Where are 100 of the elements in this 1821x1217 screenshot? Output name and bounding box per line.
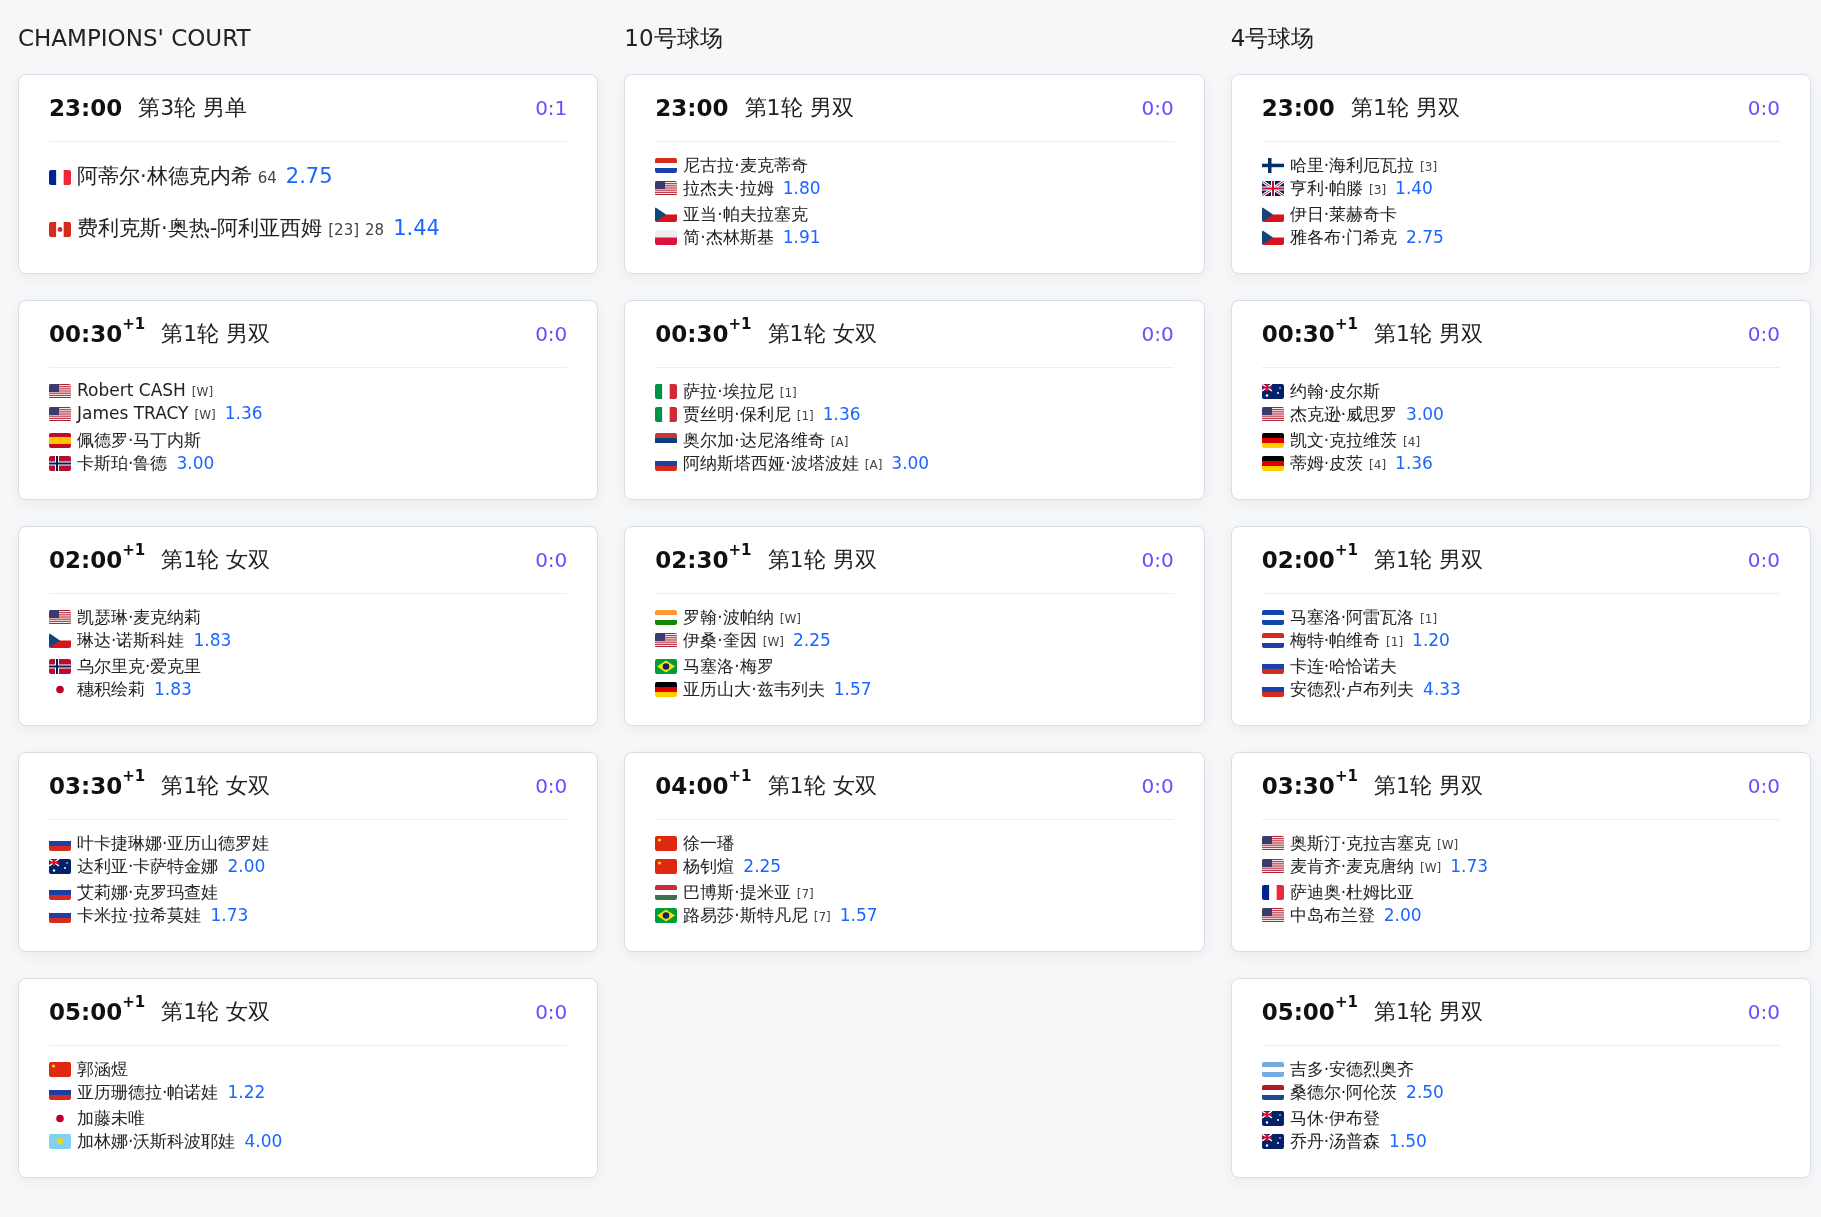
flag-icon — [655, 908, 678, 923]
court-title: 4号球场 — [1230, 24, 1316, 53]
flag-icon — [1261, 230, 1284, 245]
odds-value[interactable]: 1.36 — [224, 403, 263, 423]
player-name: 尼古拉·麦克蒂奇 — [683, 154, 808, 177]
player-name: 巴博斯·提米亚 — [683, 881, 791, 904]
match-round: 第3轮 男单 — [138, 94, 248, 122]
odds-value[interactable]: 1.20 — [1412, 630, 1450, 650]
match-round: 第1轮 男双 — [1373, 998, 1483, 1026]
match-round: 第1轮 女双 — [161, 998, 271, 1026]
odds-value[interactable]: 2.75 — [285, 164, 333, 188]
player-name: 阿纳斯塔西娅·波塔波娃 — [683, 452, 859, 475]
flag-icon — [655, 610, 678, 625]
odds-value[interactable]: 1.57 — [839, 905, 878, 925]
odds-value[interactable]: 1.83 — [154, 679, 192, 699]
player-name: 乔丹·汤普森 — [1289, 1130, 1381, 1153]
player-name: 乌尔里克·爱克里 — [77, 655, 202, 678]
player-name: 拉杰夫·拉姆 — [683, 177, 774, 200]
match-score: 0:0 — [1141, 548, 1174, 572]
player-name: 叶卡捷琳娜·亚历山德罗娃 — [77, 832, 270, 855]
player-name: 萨迪奥·杜姆比亚 — [1289, 881, 1415, 904]
player-name: 马休·伊布登 — [1289, 1107, 1381, 1130]
player-name: 哈里·海利厄瓦拉 — [1289, 154, 1415, 177]
match-card[interactable]: 23:00 第3轮 男单 0:1 阿蒂尔·林德克内希 64 2.75 费利克斯·奥热-阿利亚西姆 [23] 28 1.44 — [18, 74, 599, 274]
match-score: 0:0 — [535, 774, 568, 798]
match-score: 0:0 — [535, 1000, 568, 1024]
odds-value[interactable]: 1.73 — [210, 905, 249, 925]
flag-icon — [49, 610, 71, 625]
flag-icon — [655, 207, 678, 222]
player-seed: [3] — [1369, 183, 1387, 197]
flag-icon — [49, 1062, 71, 1077]
player-seed: [3] — [1420, 160, 1438, 174]
player-name: 路易莎·斯特凡尼 — [683, 904, 808, 927]
flag-icon — [655, 384, 678, 399]
player-name: 杰克逊·威思罗 — [1289, 403, 1398, 426]
player-name: 约翰·皮尔斯 — [1289, 380, 1381, 403]
odds-value[interactable]: 1.91 — [782, 227, 821, 247]
odds-value[interactable]: 1.40 — [1395, 178, 1433, 198]
match-time: 23:00 — [1261, 95, 1335, 121]
odds-value[interactable]: 3.00 — [891, 453, 930, 473]
flag-icon — [655, 407, 678, 422]
player-name: 萨拉·埃拉尼 — [683, 380, 774, 403]
odds-value[interactable]: 2.50 — [1406, 1082, 1444, 1102]
match-round: 第1轮 女双 — [767, 320, 877, 348]
match-round: 第1轮 女双 — [767, 772, 877, 800]
player-name: 亚当·帕夫拉塞克 — [683, 203, 808, 226]
odds-value[interactable]: 4.00 — [244, 1131, 283, 1151]
odds-value[interactable]: 1.22 — [227, 1082, 266, 1102]
odds-value[interactable]: 1.73 — [1450, 856, 1489, 876]
match-card[interactable]: 23:00 第1轮 男双 0:0 哈里·海利厄瓦拉 [3] 亨利·帕滕 [3] 1.40 伊日·莱赫奇卡 雅各布·门希克 2.75 — [1230, 74, 1811, 274]
player-name: 桑德尔·阿伦茨 — [1289, 1081, 1398, 1104]
player-name: 贾丝明·保利尼 — [683, 403, 791, 426]
player-name: 蒂姆·皮茨 — [1289, 452, 1364, 475]
match-time: 23:00 — [655, 95, 729, 121]
player-seed: [W] — [779, 612, 801, 626]
odds-value[interactable]: 2.75 — [1406, 227, 1444, 247]
odds-value[interactable]: 1.36 — [1395, 453, 1433, 473]
match-card[interactable]: 23:00 第1轮 男双 0:0 尼古拉·麦克蒂奇 拉杰夫·拉姆 1.80 亚当·帕夫拉塞克 简·杰林斯基 1.91 — [624, 74, 1205, 274]
player-name: 伊日·莱赫奇卡 — [1289, 203, 1398, 226]
player-name: 亚历珊德拉·帕诺娃 — [77, 1081, 219, 1104]
flag-icon — [49, 433, 71, 448]
match-score: 0:0 — [535, 548, 568, 572]
flag-icon — [1261, 1085, 1284, 1100]
odds-value[interactable]: 2.25 — [743, 856, 782, 876]
odds-value[interactable]: 1.36 — [822, 404, 861, 424]
player-seed: [A] — [830, 435, 849, 449]
player-name: 梅特·帕维奇 — [1289, 629, 1381, 652]
player-name: 徐一璠 — [683, 832, 735, 855]
odds-value[interactable]: 4.33 — [1423, 679, 1461, 699]
player-seed: [1] — [796, 409, 814, 423]
match-score: 0:0 — [1747, 774, 1780, 798]
player-name: James TRACY — [77, 403, 189, 423]
player-seed: [W] — [191, 385, 214, 399]
odds-value[interactable]: 1.44 — [393, 216, 440, 240]
flag-icon — [655, 230, 678, 245]
player-seed: [1] — [779, 386, 797, 400]
match-time: 23:00 — [49, 95, 123, 121]
odds-value[interactable]: 1.80 — [782, 178, 821, 198]
odds-value[interactable]: 2.00 — [1383, 905, 1422, 925]
odds-value[interactable]: 2.00 — [227, 856, 266, 876]
match-round: 第1轮 女双 — [161, 772, 271, 800]
flag-icon — [1261, 885, 1284, 900]
player-name: 凯瑟琳·麦克纳莉 — [77, 606, 202, 629]
match-round: 第1轮 男双 — [767, 546, 877, 574]
odds-value[interactable]: 1.50 — [1389, 1131, 1427, 1151]
odds-value[interactable]: 3.00 — [1406, 404, 1444, 424]
player-name: 伊桑·奎因 — [683, 629, 757, 652]
odds-value[interactable]: 1.57 — [833, 679, 872, 699]
player-name: 达利亚·卡萨特金娜 — [77, 855, 219, 878]
flag-icon — [655, 885, 678, 900]
match-score: 0:0 — [1141, 96, 1174, 120]
odds-value[interactable]: 1.83 — [193, 630, 232, 650]
flag-icon — [1261, 433, 1284, 448]
odds-value[interactable]: 2.25 — [792, 630, 831, 650]
player-seed: [W] — [194, 408, 216, 422]
player-name: 麦肯齐·麦克唐纳 — [1289, 855, 1415, 878]
match-score: 0:0 — [1747, 1000, 1780, 1024]
player-name: 凯文·克拉维茨 — [1289, 429, 1398, 452]
flag-icon — [49, 456, 71, 471]
odds-value[interactable]: 3.00 — [176, 453, 215, 473]
